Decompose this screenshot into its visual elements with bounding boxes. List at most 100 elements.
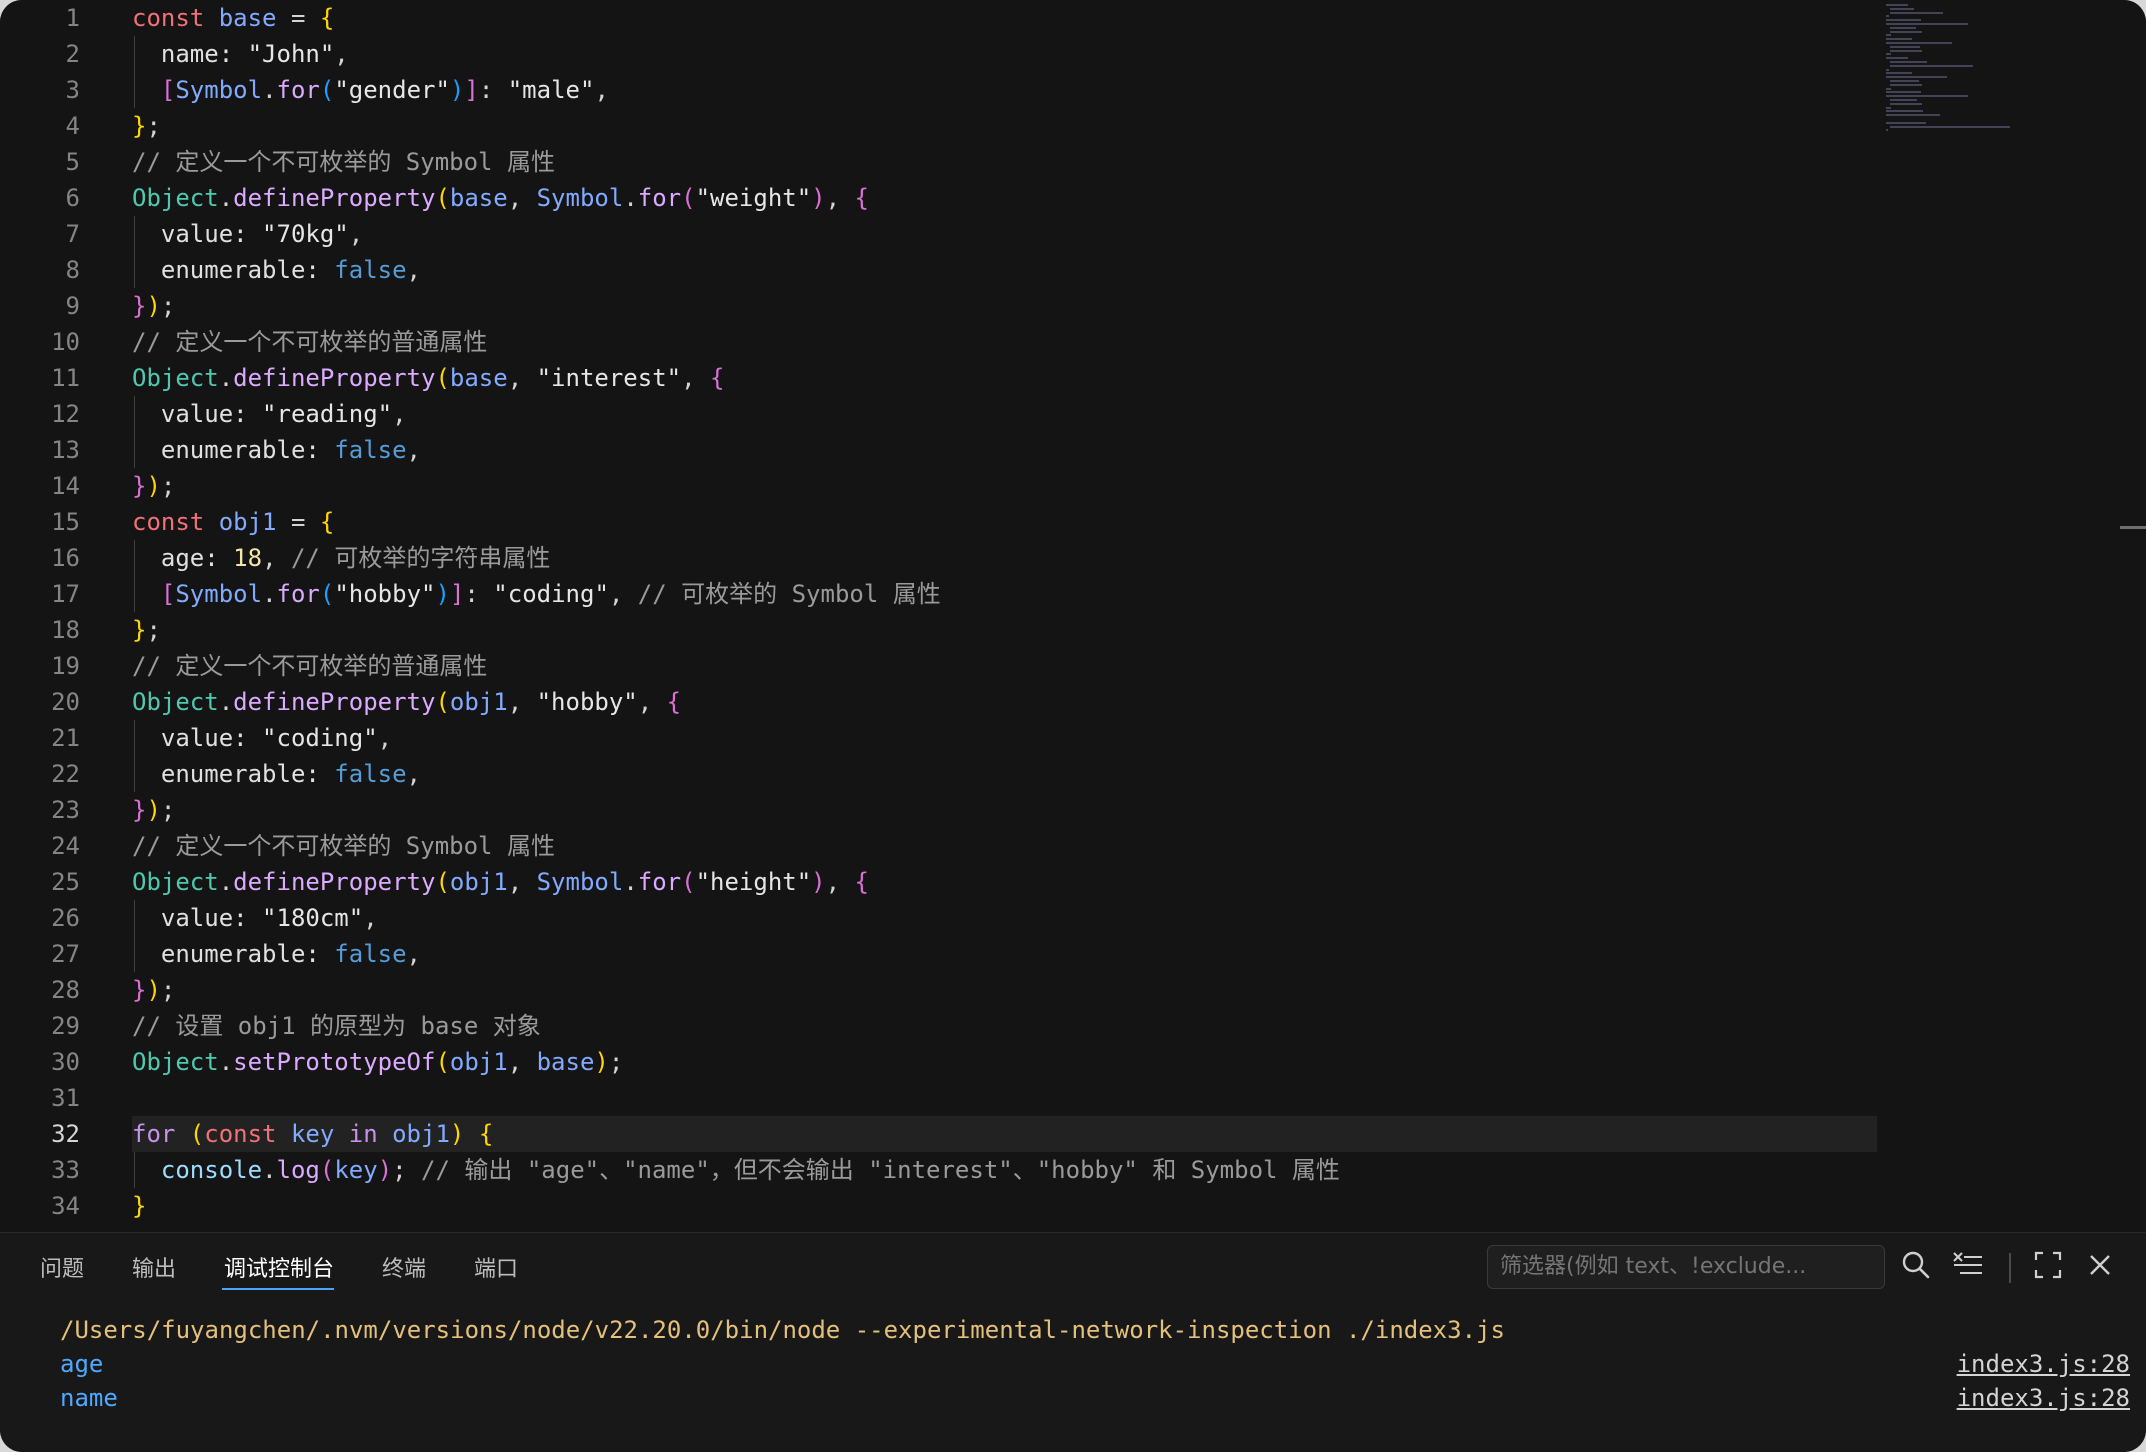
line-number: 34 [51,1192,80,1220]
code-line[interactable]: 4}; [0,108,1880,144]
source-link[interactable]: index3.js:28 [1957,1347,2130,1381]
code-token: . [218,1048,234,1076]
line-number: 6 [65,184,80,212]
code-token: age: [132,544,234,572]
code-text: }; [132,612,161,648]
code-token: { [478,1120,494,1148]
code-token: . [262,76,277,104]
code-token: ) [449,76,465,104]
minimap-line [1886,110,1923,113]
code-token: , [594,76,609,104]
code-line[interactable]: 30 Object.setPrototypeOf(obj1, base); [0,1044,1880,1080]
code-line[interactable]: 18}; [0,612,1880,648]
code-line[interactable]: 21 value: "coding", [0,720,1880,756]
code-token: , [681,364,711,392]
code-token: ] [464,76,479,104]
code-line[interactable]: 31 [0,1080,1880,1116]
code-line[interactable]: 34} [0,1188,1880,1224]
minimap-line [1890,125,2010,128]
code-token: "gender" [334,76,450,104]
code-text: Object.defineProperty(obj1, Symbol.for("… [132,864,869,900]
code-line[interactable]: 9}); [0,288,1880,324]
tab-terminal[interactable]: 终端 [382,1255,426,1285]
minimap-line [1886,91,1922,94]
code-line[interactable]: 32 for (const key in obj1) { [0,1116,1880,1152]
minimap-line [1890,61,1927,63]
code-token: , [637,688,667,716]
code-editor[interactable]: 1 const base = {2 name: "John", 3 [Symbol.… [0,0,2146,1232]
line-number: 23 [51,796,80,824]
code-line[interactable]: 22 enumerable: false, [0,756,1880,792]
code-token: ; [608,1048,624,1076]
code-line[interactable]: 24 // 定义一个不可枚举的 Symbol 属性 [0,828,1880,864]
code-token: ( [435,184,450,212]
code-token: log [276,1156,320,1184]
code-line[interactable]: 17 [Symbol.for("hobby")]: "coding", // 可… [0,576,1880,612]
line-number: 28 [51,976,80,1004]
code-line[interactable]: 14}); [0,468,1880,504]
code-line[interactable]: 16 age: 18, // 可枚举的字符串属性 [0,540,1880,576]
tab-problems[interactable]: 问题 [40,1255,84,1285]
line-number: 16 [51,544,80,572]
maximize-icon[interactable] [2030,1247,2066,1283]
code-token: } [132,292,147,320]
console-log-line: age [60,1350,104,1378]
tab-output[interactable]: 输出 [132,1255,176,1285]
clear-console-icon[interactable] [1950,1247,1986,1283]
code-token: ( [189,1120,205,1148]
code-token: "70kg" [262,220,349,248]
code-token: obj1 [449,1048,508,1076]
code-token: { [710,364,725,392]
minimap[interactable] [1882,0,2062,140]
code-line[interactable]: 1 const base = { [0,0,1880,36]
code-token: // 设置 obj1 的原型为 base 对象 [132,1012,541,1040]
code-line[interactable]: 8 enumerable: false, [0,252,1880,288]
code-line[interactable]: 28}); [0,972,1880,1008]
code-line[interactable]: 15 const obj1 = { [0,504,1880,540]
code-line[interactable]: 10 // 定义一个不可枚举的普通属性 [0,324,1880,360]
code-line[interactable]: 26 value: "180cm", [0,900,1880,936]
code-line[interactable]: 3 [Symbol.for("gender")]: "male", [0,72,1880,108]
code-token: "hobby" [334,580,436,608]
code-token: { [319,508,335,536]
code-line[interactable]: 29 // 设置 obj1 的原型为 base 对象 [0,1008,1880,1044]
scrollbar-thumb[interactable] [2120,526,2146,529]
code-token: ; [146,112,161,140]
source-link[interactable]: index3.js:28 [1957,1381,2130,1415]
close-icon[interactable] [2082,1247,2118,1283]
code-line[interactable]: 2 name: "John", [0,36,1880,72]
code-line[interactable]: 20 Object.defineProperty(obj1, "hobby", { [0,684,1880,720]
code-line[interactable]: 5 // 定义一个不可枚举的 Symbol 属性 [0,144,1880,180]
line-number: 8 [65,256,80,284]
code-token: ( [435,868,450,896]
line-number: 11 [51,364,80,392]
code-line[interactable]: 33 console.log(key); // 输出 "age"、"name"，… [0,1152,1880,1188]
code-line[interactable]: 7 value: "70kg", [0,216,1880,252]
line-number: 10 [51,328,80,356]
code-line[interactable]: 19 // 定义一个不可枚举的普通属性 [0,648,1880,684]
code-token: false [334,940,407,968]
code-token: , [377,724,393,752]
filter-input[interactable] [1487,1245,1885,1289]
minimap-line [1886,4,1909,6]
code-token: obj1 [392,1120,450,1148]
code-line[interactable]: 23}); [0,792,1880,828]
code-line[interactable]: 6 Object.defineProperty(base, Symbol.for(… [0,180,1880,216]
minimap-line [1886,34,1891,37]
code-token: { [854,868,869,896]
code-line[interactable]: 13 enumerable: false, [0,432,1880,468]
search-icon[interactable] [1898,1247,1934,1283]
tab-debug-console[interactable]: 调试控制台 [224,1255,334,1285]
code-line[interactable]: 12 value: "reading", [0,396,1880,432]
code-text: // 定义一个不可枚举的 Symbol 属性 [132,144,555,180]
line-number: 3 [65,76,80,104]
code-token: ) [811,868,826,896]
code-text: [Symbol.for("gender")]: "male", [132,72,609,108]
code-line[interactable]: 11 Object.defineProperty(base, "interest"… [0,360,1880,396]
minimap-line [1890,26,1916,29]
code-token: // 定义一个不可枚举的 Symbol 属性 [132,832,555,860]
code-line[interactable]: 25 Object.defineProperty(obj1, Symbol.for… [0,864,1880,900]
tab-ports[interactable]: 端口 [474,1255,518,1285]
code-token: . [218,868,234,896]
code-line[interactable]: 27 enumerable: false, [0,936,1880,972]
